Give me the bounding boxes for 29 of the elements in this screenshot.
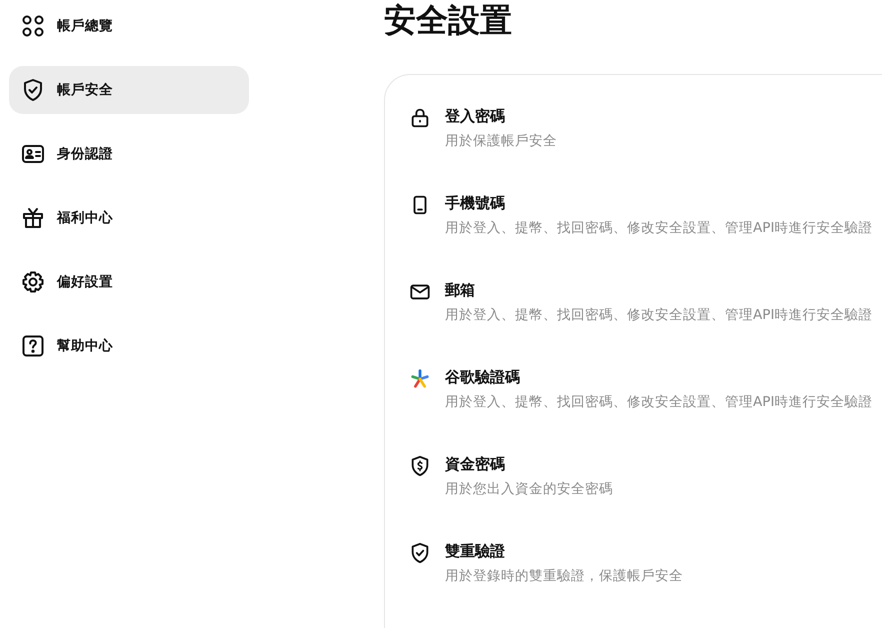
setting-description: 用於登入、提幣、找回密碼、修改安全設置、管理API時進行安全驗證 [445, 393, 873, 411]
setting-title: 雙重驗證 [445, 541, 506, 562]
setting-title: 谷歌驗證碼 [445, 367, 521, 388]
asterisk-icon [409, 368, 431, 390]
setting-title: 郵箱 [445, 280, 476, 301]
setting-description: 用於登入、提幣、找回密碼、修改安全設置、管理API時進行安全驗證 [445, 219, 873, 237]
sidebar-item[interactable]: 福利中心 [9, 194, 249, 242]
id-card-icon [21, 142, 45, 166]
setting-description: 用於您出入資金的安全密碼 [445, 480, 613, 498]
sidebar-item[interactable]: 幫助中心 [9, 322, 249, 370]
setting-title: 資金密碼 [445, 454, 506, 475]
sidebar-item[interactable]: 帳戶安全 [9, 66, 249, 114]
setting-description: 用於保護帳戶安全 [445, 132, 557, 150]
sidebar-item[interactable]: 帳戶總覽 [9, 2, 249, 50]
setting-description: 用於登錄時的雙重驗證，保護帳戶安全 [445, 567, 683, 585]
grid-icon [21, 14, 45, 38]
question-icon [21, 334, 45, 358]
lock-icon [409, 107, 431, 129]
shield-dollar-icon [409, 455, 431, 477]
shield-check-icon [21, 78, 45, 102]
gear-icon [21, 270, 45, 294]
setting-title: 手機號碼 [445, 193, 506, 214]
setting-description: 用於登入、提幣、找回密碼、修改安全設置、管理API時進行安全驗證 [445, 306, 873, 324]
sidebar-item[interactable]: 偏好設置 [9, 258, 249, 306]
shield-check-icon [409, 542, 431, 564]
gift-icon [21, 206, 45, 230]
sidebar-item[interactable]: 身份認證 [9, 130, 249, 178]
setting-title: 登入密碼 [445, 106, 506, 127]
page-title: 安全設置 [384, 0, 513, 40]
